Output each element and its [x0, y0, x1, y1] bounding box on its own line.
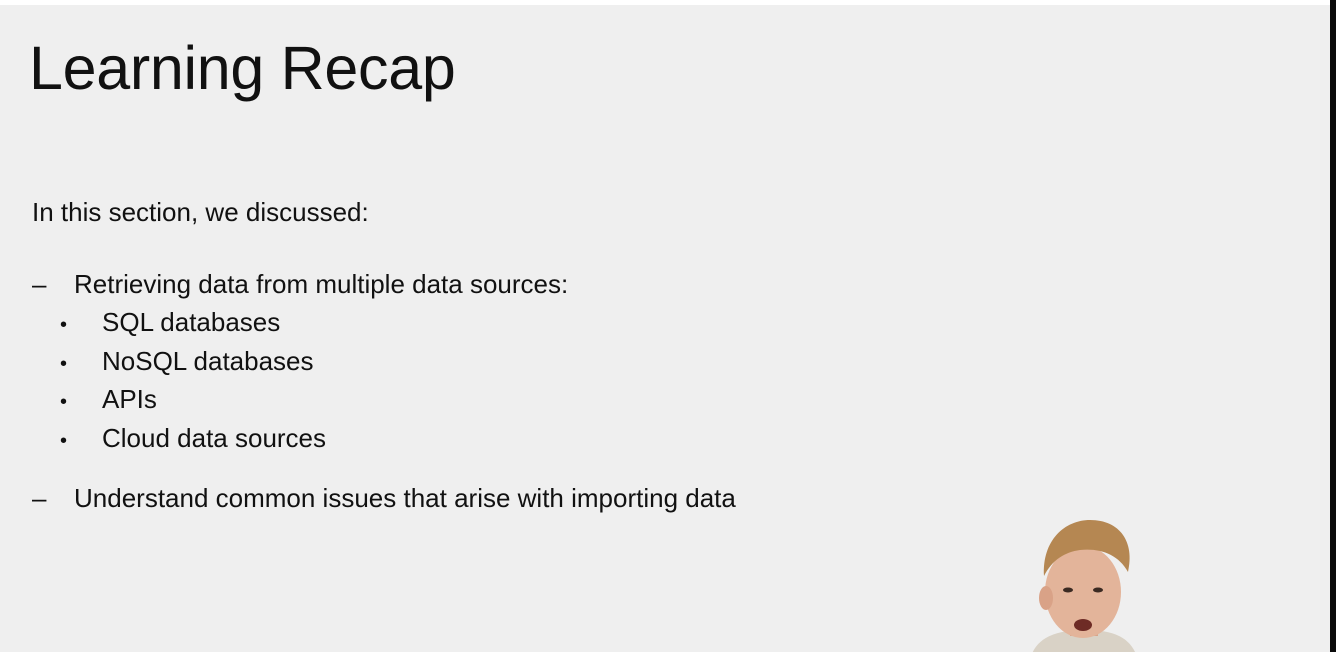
slide-title: Learning Recap	[29, 34, 456, 102]
recap-point-text: Understand common issues that arise with…	[74, 483, 736, 513]
screen-edge	[1330, 0, 1336, 652]
recap-point-import-issues: – Understand common issues that arise wi…	[32, 483, 736, 514]
list-item: • APIs	[60, 382, 326, 421]
dash-marker: –	[32, 269, 47, 299]
presenter-eye-right	[1093, 587, 1103, 593]
list-item-text: NoSQL databases	[102, 345, 314, 376]
list-item-text: APIs	[102, 384, 157, 414]
bullet-icon: •	[60, 352, 68, 375]
data-source-list: • SQL databases • NoSQL databases • APIs…	[60, 305, 326, 459]
presenter-ear	[1039, 586, 1053, 610]
presenter-eye-left	[1063, 587, 1073, 593]
bullet-icon: •	[60, 314, 68, 336]
recap-point-text: Retrieving data from multiple data sourc…	[74, 269, 569, 299]
bullet-icon: •	[60, 391, 68, 413]
dash-marker: –	[32, 483, 47, 513]
list-item: • SQL databases	[60, 305, 326, 344]
list-item: • NoSQL databases	[60, 344, 326, 383]
list-item: • Cloud data sources	[60, 421, 326, 460]
slide: Learning Recap In this section, we discu…	[0, 5, 1330, 652]
recap-point-data-sources: – Retrieving data from multiple data sou…	[32, 269, 568, 300]
list-item-text: Cloud data sources	[102, 422, 327, 453]
presenter-mouth	[1074, 619, 1092, 631]
presenter-webcam-overlay	[1032, 520, 1135, 652]
list-item-text: SQL databases	[102, 307, 281, 337]
bullet-icon: •	[60, 429, 68, 452]
slide-intro: In this section, we discussed:	[32, 197, 369, 227]
